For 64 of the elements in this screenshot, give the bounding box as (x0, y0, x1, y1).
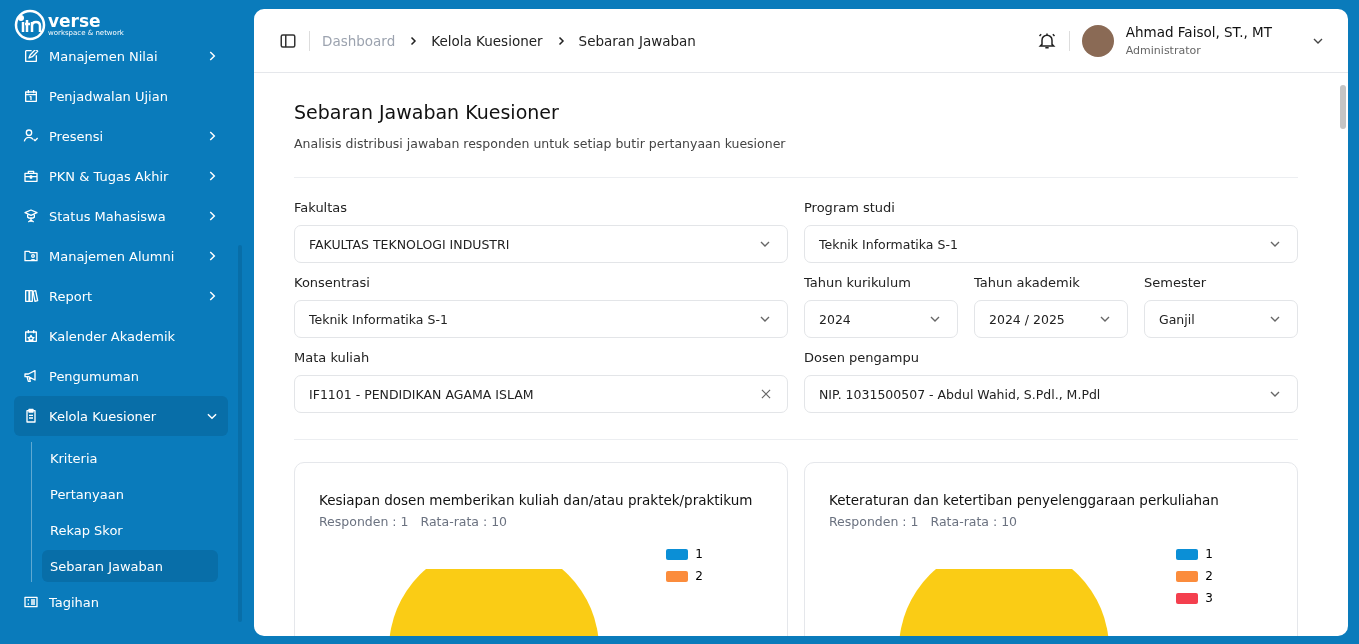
menu-icon (23, 248, 39, 264)
menu-icon (23, 128, 39, 144)
sidebar-item[interactable]: Manajemen Alumni (14, 236, 228, 276)
sidebar-item[interactable]: Status Mahasiswa (14, 196, 228, 236)
page-title: Sebaran Jawaban Kuesioner (294, 101, 560, 123)
menu-icon (23, 408, 39, 424)
legend-label: 2 (1205, 569, 1213, 583)
legend-label: 1 (695, 547, 703, 561)
sidebar-item[interactable]: Kalender Akademik (14, 316, 228, 356)
sidebar-item[interactable]: Penjadwalan Ujian (14, 76, 228, 116)
question-title: Keteraturan dan ketertiban penyelenggaraan perkuliahan (829, 491, 1220, 510)
submenu-item[interactable]: Rekap Skor (42, 514, 218, 546)
respondent-count: Responden : 1 (829, 514, 919, 529)
menu-icon (23, 48, 39, 64)
sidebar-item[interactable]: Kelola Kuesioner (14, 396, 228, 436)
average-score: Rata-rata : 10 (930, 514, 1018, 529)
menu-icon (23, 368, 39, 384)
menu-icon (23, 208, 39, 224)
legend-label: 2 (695, 569, 703, 583)
breadcrumb-link[interactable]: Kelola Kuesioner (431, 32, 543, 49)
menu-icon (23, 288, 39, 304)
breadcrumb-link[interactable]: Dashboard (322, 32, 396, 49)
field-label: Dosen pengampu (804, 350, 920, 365)
page-subtitle: Analisis distribusi jawaban responden untuk setiap butir pertanyaan kuesioner (294, 136, 787, 151)
field-label: Tahun akademik (974, 275, 1081, 290)
select-field[interactable]: Ganjil (1144, 300, 1298, 338)
breadcrumb-link[interactable]: Sebaran Jawaban (578, 32, 696, 49)
question-title: Kesiapan dosen memberikan kuliah dan/atau praktek/praktikum (319, 491, 754, 510)
menu-icon (23, 328, 39, 344)
field-label: Semester (1144, 275, 1208, 290)
sidebar-item[interactable]: Presensi (14, 116, 228, 156)
sidebar-item[interactable]: Pengumuman (14, 356, 228, 396)
respondent-count: Responden : 1 (319, 514, 409, 529)
avatar (1081, 24, 1114, 57)
select-field[interactable]: 2024 (804, 300, 958, 338)
menu-icon (23, 168, 39, 184)
sidebar-toggle-icon[interactable] (279, 31, 297, 50)
select-field[interactable]: NIP. 1031500507 - Abdul Wahid, S.Pdl., M.Pdl (804, 375, 1298, 413)
menu-icon (23, 594, 39, 610)
legend-label: 3 (1205, 591, 1213, 605)
logo-text: verse (48, 13, 101, 30)
field-label: Konsentrasi (294, 275, 371, 290)
user-name: Ahmad Faisol, ST., MT (1125, 24, 1272, 40)
submenu-item[interactable]: Sebaran Jawaban (42, 550, 218, 582)
sidebar-item[interactable]: PKN & Tugas Akhir (14, 156, 228, 196)
field-label: Tahun kurikulum (804, 275, 912, 290)
select-field[interactable]: Teknik Informatika S-1 (804, 225, 1298, 263)
submenu-item[interactable]: Pertanyaan (42, 478, 218, 510)
submenu-item[interactable]: Kriteria (42, 442, 218, 474)
average-score: Rata-rata : 10 (420, 514, 508, 529)
menu-icon (23, 88, 39, 104)
field-label: Mata kuliah (294, 350, 371, 365)
logo-icon (14, 9, 46, 41)
legend-label: 1 (1205, 547, 1213, 561)
field-label: Fakultas (294, 200, 349, 215)
field-label: Program studi (804, 200, 896, 215)
select-field[interactable]: 2024 / 2025 (974, 300, 1128, 338)
select-field[interactable]: FAKULTAS TEKNOLOGI INDUSTRI (294, 225, 788, 263)
combobox-field[interactable]: IF1101 - PENDIDIKAN AGAMA ISLAM (294, 375, 788, 413)
sidebar-item[interactable]: Report (14, 276, 228, 316)
user-role: Administrator (1125, 44, 1202, 57)
clear-icon[interactable] (759, 387, 773, 401)
sidebar-item[interactable]: Tagihan (14, 582, 228, 622)
select-field[interactable]: Teknik Informatika S-1 (294, 300, 788, 338)
